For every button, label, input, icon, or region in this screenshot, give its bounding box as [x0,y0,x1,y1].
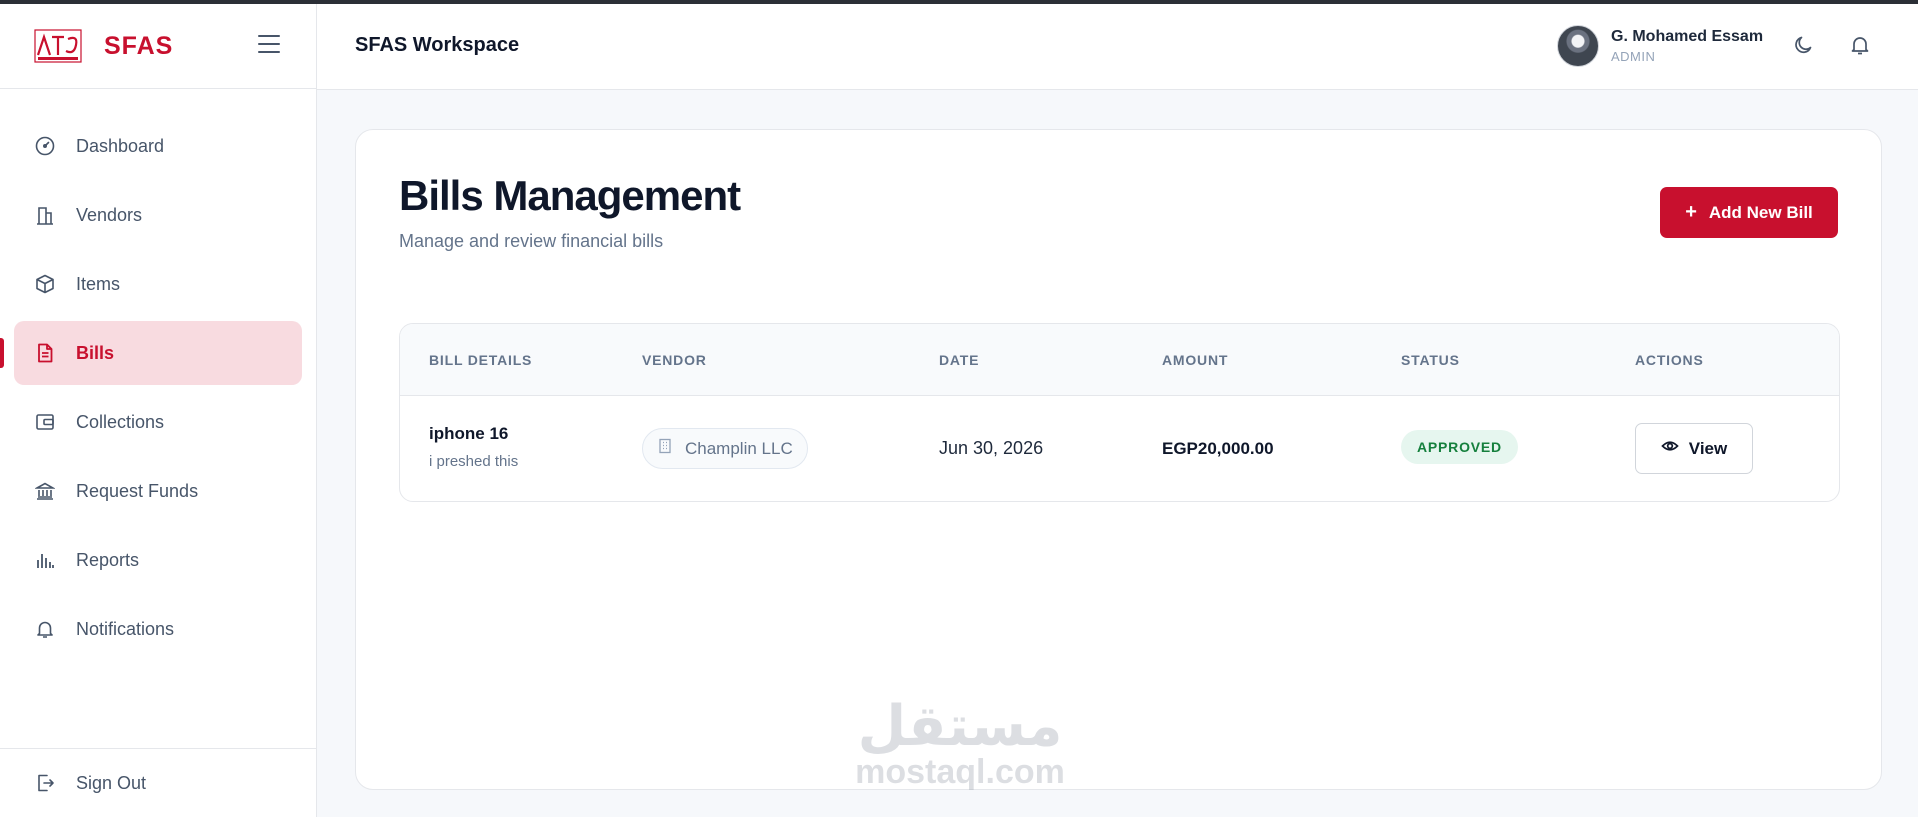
bill-description: i preshed this [429,453,519,470]
bell-icon [1849,34,1871,61]
box-icon [34,273,56,295]
bills-table: BILL DETAILS VENDOR DATE AMOUNT STATUS A… [399,323,1840,502]
sidebar-item-items[interactable]: Items [14,252,302,316]
bill-details-cell: iphone 16 i preshed this [429,424,518,470]
user-role: ADMIN [1611,49,1656,64]
status-badge: APPROVED [1401,430,1518,464]
top-header: SFAS Workspace G. Mohamed Essam ADMIN [317,4,1918,90]
workspace-title: SFAS Workspace [355,34,520,56]
status-cell: APPROVED [1401,430,1518,464]
table-row[interactable]: iphone 16 i preshed this Champlin LLC Ju… [400,396,1839,501]
watermark-arabic: مستقل [857,694,1063,759]
table-header: BILL DETAILS VENDOR DATE AMOUNT STATUS A… [400,324,1839,396]
sidebar-item-notifications[interactable]: Notifications [14,597,302,661]
column-header-status: STATUS [1401,352,1460,368]
column-header-date: DATE [939,352,980,368]
sidebar-item-vendors[interactable]: Vendors [14,183,302,247]
watermark-latin: mostaql.com [855,753,1065,791]
sidebar-nav: Dashboard Vendors Items Bills Collection… [0,89,316,661]
sidebar-item-label: Request Funds [76,480,199,501]
sign-out-button[interactable]: Sign Out [0,749,316,817]
brand-name: SFAS [104,31,174,60]
sidebar-item-collections[interactable]: Collections [14,390,302,454]
sidebar-footer: Sign Out [0,748,316,817]
column-header-actions: ACTIONS [1635,352,1704,368]
user-name: G. Mohamed Essam [1611,28,1764,45]
avatar [1557,25,1599,67]
sidebar-item-bills[interactable]: Bills [0,321,302,385]
bill-amount: EGP20,000.00 [1162,439,1274,458]
sidebar-item-dashboard[interactable]: Dashboard [14,114,302,178]
sidebar-item-label: Vendors [76,204,143,225]
sidebar-item-reports[interactable]: Reports [14,528,302,592]
vendor-badge: Champlin LLC [642,428,808,469]
sidebar-item-request-funds[interactable]: Request Funds [14,459,302,523]
bills-card: Bills Management Manage and review finan… [355,129,1882,790]
bell-icon [34,618,56,640]
sidebar: SFAS Dashboard Vendors Items Bills Colle… [0,4,317,817]
eye-icon [1661,437,1679,460]
bill-date: Jun 30, 2026 [939,438,1044,458]
vendor-name: Champlin LLC [685,438,793,458]
sidebar-item-label: Reports [76,549,140,570]
view-bill-button[interactable]: View [1635,423,1753,474]
bar-chart-icon [34,549,56,571]
add-new-bill-button[interactable]: + Add New Bill [1660,187,1838,238]
user-menu[interactable]: G. Mohamed Essam ADMIN [1557,25,1763,67]
wallet-icon [34,411,56,433]
page-title: Bills Management [399,172,741,219]
column-header-amount: AMOUNT [1162,352,1229,368]
building-icon [657,438,673,459]
logo[interactable] [34,29,82,63]
sidebar-item-label: Notifications [76,618,175,639]
gauge-icon [34,135,56,157]
column-header-bill-details: BILL DETAILS [429,352,533,368]
vendor-cell: Champlin LLC [642,428,808,469]
plus-icon: + [1685,201,1697,223]
theme-toggle-button[interactable] [1791,34,1817,60]
actions-cell: View [1635,423,1753,474]
building-icon [34,204,56,226]
hamburger-menu-icon[interactable] [258,35,280,53]
watermark: مستقل mostaql.com [850,694,1070,791]
sidebar-item-label: Collections [76,411,165,432]
view-label: View [1688,438,1728,458]
moon-icon [1793,34,1815,61]
sign-out-label: Sign Out [76,772,147,793]
logout-icon [34,772,56,794]
column-header-vendor: VENDOR [642,352,707,368]
sidebar-item-label: Items [76,273,121,294]
sidebar-item-label: Dashboard [76,135,165,156]
notifications-button[interactable] [1847,34,1873,60]
document-icon [34,342,56,364]
sidebar-item-label: Bills [76,342,115,363]
brand: SFAS [0,4,316,89]
page-subtitle: Manage and review financial bills [399,231,664,251]
bill-title: iphone 16 [429,424,509,443]
bank-icon [34,480,56,502]
add-new-bill-label: Add New Bill [1708,202,1813,222]
